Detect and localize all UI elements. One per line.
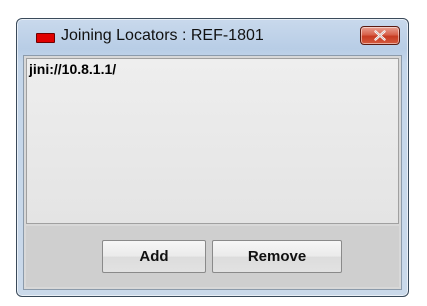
title-bar[interactable]: Joining Locators : REF-1801	[17, 19, 408, 57]
list-item[interactable]: jini://10.8.1.1/	[29, 61, 116, 77]
locator-list[interactable]: jini://10.8.1.1/	[26, 58, 399, 224]
window-title: Joining Locators : REF-1801	[61, 27, 264, 44]
app-icon	[36, 33, 55, 43]
add-button[interactable]: Add	[102, 240, 206, 273]
button-bar: Add Remove	[26, 226, 399, 287]
remove-button[interactable]: Remove	[212, 240, 342, 273]
dialog-window: Joining Locators : REF-1801 jini://10.8.…	[16, 18, 409, 297]
close-button[interactable]	[360, 26, 400, 45]
dialog-content: jini://10.8.1.1/ Add Remove	[23, 55, 402, 290]
close-icon	[374, 30, 386, 41]
